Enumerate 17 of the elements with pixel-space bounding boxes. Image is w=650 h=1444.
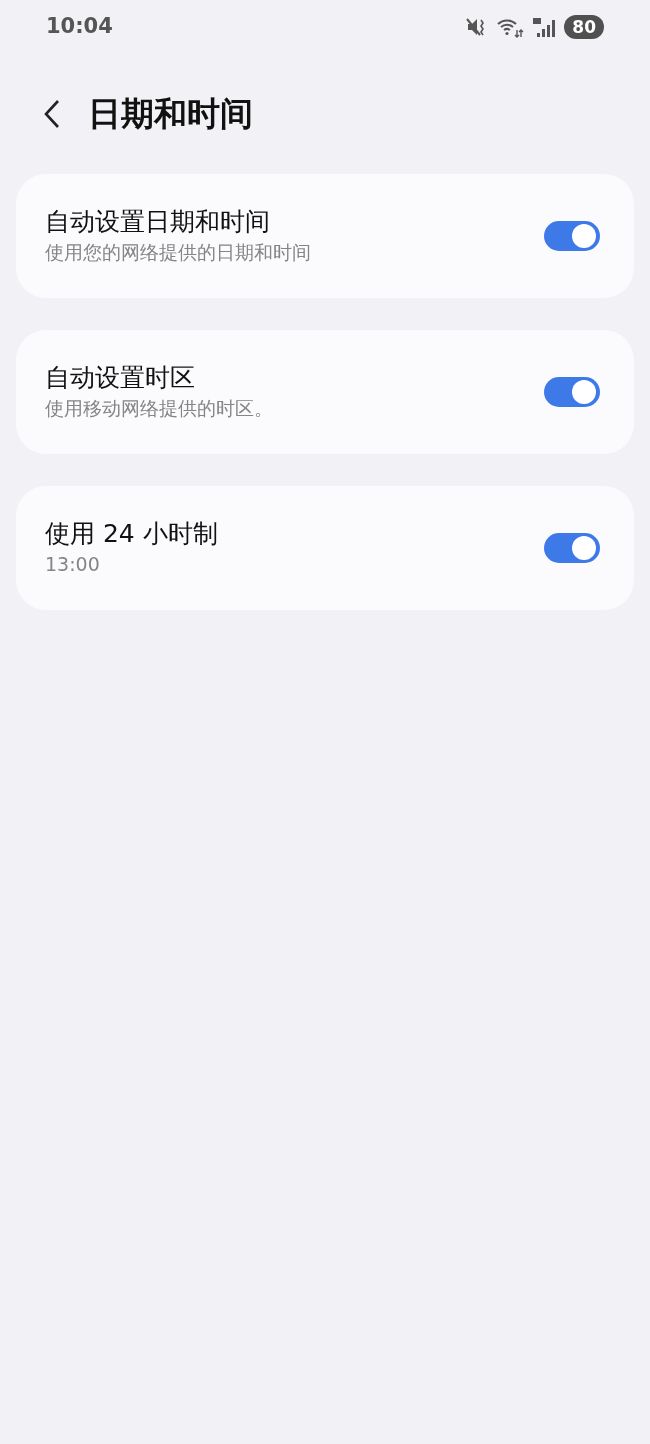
status-time: 10:04 <box>46 13 113 41</box>
wifi-icon <box>496 16 525 38</box>
page-title: 日期和时间 <box>88 93 253 136</box>
setting-title: 自动设置日期和时间 <box>45 206 271 239</box>
setting-card[interactable]: 使用 24 小时制 13:00 <box>16 486 634 610</box>
setting-card[interactable]: 自动设置时区 使用移动网络提供的时区。 <box>16 330 634 454</box>
setting-description: 使用移动网络提供的时区。 <box>45 395 273 421</box>
toggle-switch[interactable] <box>544 377 600 407</box>
toggle-switch[interactable] <box>544 533 600 563</box>
setting-title: 自动设置时区 <box>45 362 196 395</box>
setting-description: 使用您的网络提供的日期和时间 <box>45 239 311 265</box>
setting-title: 使用 24 小时制 <box>45 518 218 551</box>
toggle-switch[interactable] <box>544 221 600 251</box>
battery-indicator: 80 <box>564 15 604 39</box>
setting-card[interactable]: 自动设置日期和时间 使用您的网络提供的日期和时间 <box>16 174 634 298</box>
setting-description: 13:00 <box>45 551 101 577</box>
cellular-signal-icon <box>532 16 557 38</box>
